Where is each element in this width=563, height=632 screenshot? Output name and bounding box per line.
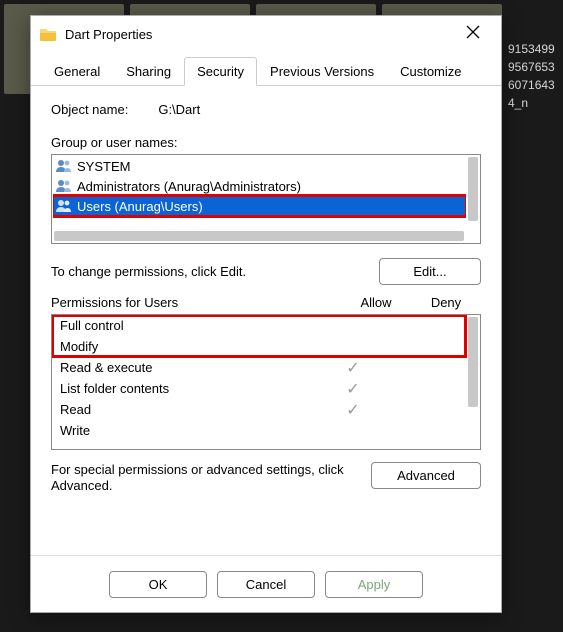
object-name-value: G:\Dart [158,102,200,117]
tab-general[interactable]: General [41,57,113,86]
group-user-label: Group or user names: [51,135,481,150]
permission-name: Write [60,423,318,438]
permission-row: List folder contents ✓ [52,378,466,399]
window-title: Dart Properties [65,27,445,42]
permission-name: Modify [60,339,318,354]
dialog-footer: OK Cancel Apply [31,555,501,612]
permission-row: Write [52,420,466,441]
list-item[interactable]: Administrators (Anurag\Administrators) [53,176,466,196]
tab-security[interactable]: Security [184,57,257,86]
list-item-label: Users (Anurag\Users) [77,199,203,214]
scrollbar-vertical[interactable] [468,157,478,221]
titlebar: Dart Properties [31,16,501,52]
advanced-hint: For special permissions or advanced sett… [51,462,361,494]
permission-name: List folder contents [60,381,318,396]
properties-dialog: Dart Properties General Sharing Security… [30,15,502,613]
tab-customize[interactable]: Customize [387,57,474,86]
list-item[interactable]: SYSTEM [53,156,466,176]
ok-button[interactable]: OK [109,571,207,598]
allow-column-label: Allow [341,295,411,310]
permissions-header: Permissions for Users Allow Deny [51,295,481,310]
users-icon [55,199,73,213]
allow-check: ✓ [318,358,388,378]
change-permissions-hint: To change permissions, click Edit. [51,264,246,279]
deny-column-label: Deny [411,295,481,310]
object-name-label: Object name: [51,102,128,117]
allow-check: ✓ [318,400,388,420]
apply-button[interactable]: Apply [325,571,423,598]
close-button[interactable] [453,25,493,43]
security-tab-content: Object name: G:\Dart Group or user names… [31,86,501,555]
list-item-label: SYSTEM [77,159,130,174]
advanced-button[interactable]: Advanced [371,462,481,489]
tab-sharing[interactable]: Sharing [113,57,184,86]
scrollbar-vertical[interactable] [468,317,478,447]
scrollbar-horizontal[interactable] [54,231,464,241]
permissions-for-label: Permissions for Users [51,295,341,310]
cancel-button[interactable]: Cancel [217,571,315,598]
users-icon [55,179,73,193]
bg-filenames: 9153499 9567653 6071643 4_n [508,40,563,112]
group-user-listbox[interactable]: SYSTEM Administrators (Anurag\Administra… [51,154,481,244]
permission-name: Read & execute [60,360,318,375]
folder-icon [39,26,57,42]
permission-row: Read ✓ [52,399,466,420]
permission-row: Modify [52,336,466,357]
permissions-listbox[interactable]: Full control Modify Read & execute ✓ [51,314,481,450]
permission-row: Read & execute ✓ [52,357,466,378]
edit-button[interactable]: Edit... [379,258,481,285]
list-item-label: Administrators (Anurag\Administrators) [77,179,301,194]
tabs-bar: General Sharing Security Previous Versio… [31,56,501,86]
permission-row: Full control [52,315,466,336]
list-item-selected[interactable]: Users (Anurag\Users) [53,196,466,216]
users-icon [55,159,73,173]
permission-name: Read [60,402,318,417]
permission-name: Full control [60,318,318,333]
allow-check: ✓ [318,379,388,399]
tab-previous-versions[interactable]: Previous Versions [257,57,387,86]
